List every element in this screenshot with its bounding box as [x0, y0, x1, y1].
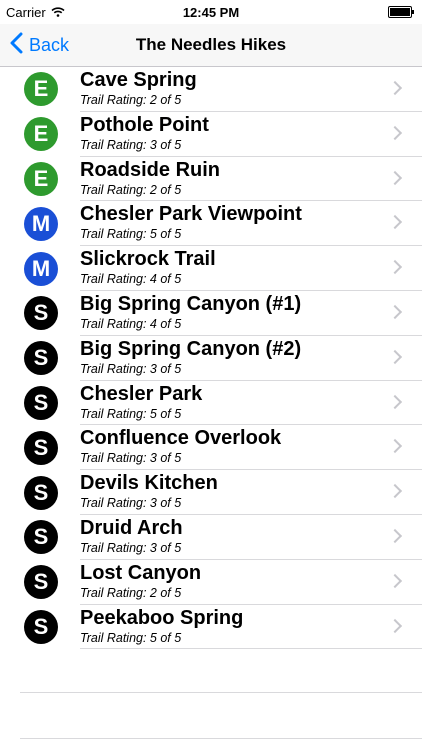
list-item[interactable]: S Confluence Overlook Trail Rating: 3 of 5	[0, 425, 422, 471]
difficulty-badge-icon: S	[24, 609, 58, 644]
difficulty-badge-icon: S	[24, 475, 58, 510]
page-title: The Needles Hikes	[135, 35, 287, 54]
list-item[interactable]: S Chesler Park Trail Rating: 5 of 5	[0, 381, 422, 426]
row-text: Big Spring Canyon (#2) Trail Rating: 3 of…	[80, 336, 422, 381]
trail-rating: Trail Rating: 2 of 5	[80, 93, 182, 107]
trail-name: Chesler Park	[80, 382, 203, 405]
difficulty-badge-icon: S	[24, 296, 58, 331]
list-item[interactable]: S Druid Arch Trail Rating: 3 of 5	[0, 515, 422, 560]
chevron-right-icon	[387, 573, 403, 588]
empty-separator	[20, 738, 422, 739]
trail-name: Chesler Park Viewpoint	[80, 203, 302, 226]
row-text: Chesler Park Trail Rating: 5 of 5	[80, 381, 422, 426]
trail-name: Slickrock Trail	[80, 248, 216, 271]
list-item[interactable]: M Chesler Park Viewpoint Trail Rating: 5 o…	[0, 201, 422, 247]
difficulty-badge-icon: S	[24, 520, 58, 555]
row-text: Confluence Overlook Trail Rating: 3 of 5	[80, 425, 422, 471]
chevron-right-icon	[387, 439, 403, 454]
trail-rating: Trail Rating: 5 of 5	[80, 406, 182, 421]
chevron-right-icon	[387, 349, 403, 364]
difficulty-badge-icon: S	[24, 385, 58, 420]
list-item[interactable]: S Devils Kitchen Trail Rating: 3 of 5	[0, 470, 422, 515]
list-item[interactable]: E Cave Spring Trail Rating: 2 of 5	[0, 67, 422, 112]
trail-rating: Trail Rating: 3 of 5	[80, 137, 182, 152]
row-text: Druid Arch Trail Rating: 3 of 5	[80, 515, 422, 560]
row-text: Big Spring Canyon (#1) Trail Rating: 4 of…	[80, 291, 422, 336]
chevron-right-icon	[387, 528, 403, 544]
row-text: Lost Canyon Trail Rating: 2 of 5	[80, 560, 422, 605]
row-text: Cave Spring Trail Rating: 2 of 5	[80, 67, 422, 112]
trail-list: E Cave Spring Trail Rating: 2 of 5 E Pothole…	[0, 67, 422, 650]
trail-rating: Trail Rating: 4 of 5	[80, 316, 182, 331]
trail-name: Big Spring Canyon (#1)	[80, 292, 302, 315]
difficulty-badge-icon: M	[24, 206, 58, 241]
trail-name: Devils Kitchen	[80, 472, 218, 495]
chevron-right-icon	[387, 618, 403, 633]
chevron-right-icon	[387, 80, 403, 96]
trail-name: Roadside Ruin	[80, 158, 221, 181]
difficulty-badge-icon: E	[24, 117, 58, 152]
row-text: Slickrock Trail Trail Rating: 4 of 5	[80, 246, 422, 291]
difficulty-badge-icon: S	[24, 565, 58, 600]
list-item[interactable]: E Pothole Point Trail Rating: 3 of 5	[0, 112, 422, 157]
trail-name: Confluence Overlook	[80, 427, 282, 450]
trail-name: Lost Canyon	[80, 561, 202, 584]
trail-rating: Trail Rating: 5 of 5	[80, 630, 182, 645]
list-item[interactable]: S Big Spring Canyon (#1) Trail Rating: 4 o…	[0, 291, 422, 336]
back-button[interactable]: Back	[10, 24, 69, 66]
trail-rating: Trail Rating: 3 of 5	[80, 451, 182, 466]
chevron-right-icon	[387, 260, 403, 275]
trail-rating: Trail Rating: 2 of 5	[80, 585, 182, 600]
chevron-right-icon	[387, 170, 403, 185]
list-item[interactable]: S Big Spring Canyon (#2) Trail Rating: 3 o…	[0, 336, 422, 381]
difficulty-badge-icon: E	[24, 72, 58, 107]
back-label: Back	[29, 34, 70, 55]
chevron-right-icon	[387, 394, 403, 409]
chevron-right-icon	[387, 304, 403, 320]
list-item[interactable]: S Peekaboo Spring Trail Rating: 5 of 5	[0, 605, 422, 650]
trail-rating: Trail Rating: 5 of 5	[80, 227, 182, 242]
trail-name: Druid Arch	[80, 516, 183, 539]
trail-rating: Trail Rating: 3 of 5	[80, 496, 182, 511]
trail-name: Pothole Point	[80, 113, 209, 136]
chevron-right-icon	[387, 484, 403, 499]
trail-rating: Trail Rating: 3 of 5	[80, 361, 182, 376]
trail-rating: Trail Rating: 2 of 5	[80, 182, 182, 197]
trail-name: Peekaboo Spring	[80, 606, 244, 629]
list-item[interactable]: E Roadside Ruin Trail Rating: 2 of 5	[0, 157, 422, 202]
row-text: Devils Kitchen Trail Rating: 3 of 5	[80, 470, 422, 515]
list-item[interactable]: M Slickrock Trail Trail Rating: 4 of 5	[0, 246, 422, 291]
trail-name: Big Spring Canyon (#2)	[80, 337, 302, 360]
chevron-right-icon	[387, 125, 403, 140]
chevron-right-icon	[387, 215, 403, 230]
wifi-icon	[51, 5, 65, 20]
trail-name: Cave Spring	[80, 69, 197, 91]
difficulty-badge-icon: E	[24, 161, 58, 196]
trail-rating: Trail Rating: 3 of 5	[80, 540, 182, 555]
row-text: Pothole Point Trail Rating: 3 of 5	[80, 112, 422, 157]
trail-rating: Trail Rating: 4 of 5	[80, 272, 182, 287]
row-text: Chesler Park Viewpoint Trail Rating: 5 of…	[80, 201, 422, 247]
battery-icon	[388, 6, 414, 18]
status-left: Carrier	[6, 5, 65, 20]
difficulty-badge-icon: M	[24, 251, 58, 286]
difficulty-badge-icon: S	[24, 341, 58, 376]
list-item[interactable]: S Lost Canyon Trail Rating: 2 of 5	[0, 560, 422, 605]
carrier-label: Carrier	[6, 4, 46, 20]
difficulty-badge-icon: S	[24, 430, 58, 465]
row-text: Peekaboo Spring Trail Rating: 5 of 5	[80, 605, 422, 650]
row-text: Roadside Ruin Trail Rating: 2 of 5	[80, 157, 422, 202]
navigation-bar: Back The Needles Hikes	[0, 24, 422, 67]
status-bar: Carrier 12:45 PM	[0, 0, 422, 24]
empty-separator	[20, 692, 422, 693]
chevron-left-icon	[10, 32, 23, 59]
